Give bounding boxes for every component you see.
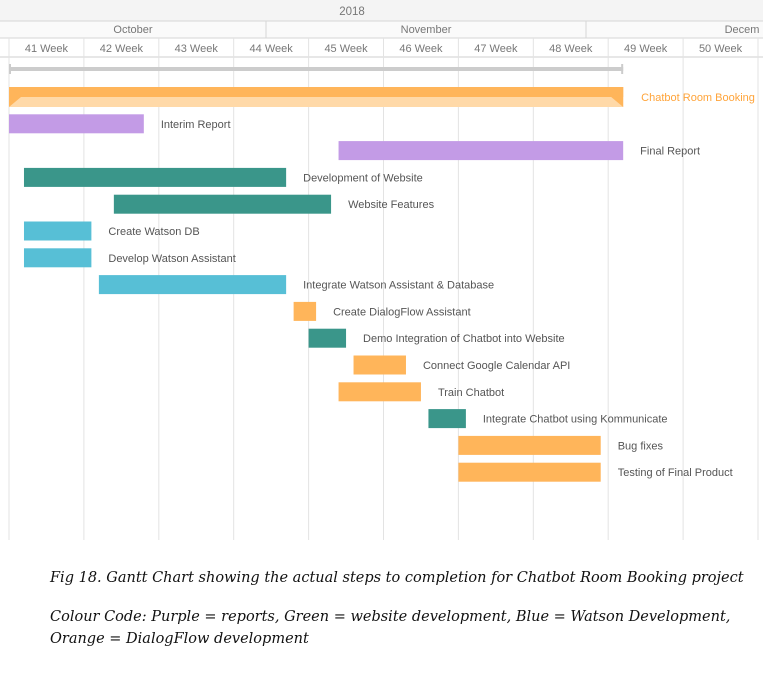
task-bar-integrate-chatbot-using-kommunicate <box>428 409 466 429</box>
task-label-integrate-chatbot-using-kommunicate: Integrate Chatbot using Kommunicate <box>483 414 668 426</box>
task-label-develop-watson-assistant: Develop Watson Assistant <box>108 253 235 265</box>
task-label-interim-report: Interim Report <box>161 119 231 131</box>
summary-bar <box>9 67 624 71</box>
task-bar-create-watson-db <box>23 221 92 241</box>
week-label: 42 Week <box>100 43 144 55</box>
task-label-development-of-website: Development of Website <box>303 172 423 184</box>
task-bar-develop-watson-assistant <box>23 248 92 268</box>
task-label-connect-google-calendar-api: Connect Google Calendar API <box>423 360 570 372</box>
month-label: Decem <box>725 24 760 36</box>
year-band <box>0 0 763 21</box>
task-label-train-chatbot: Train Chatbot <box>438 387 504 399</box>
task-label-final-report: Final Report <box>640 146 700 158</box>
task-bar-create-dialogflow-assistant <box>293 301 317 321</box>
week-label: 46 Week <box>399 43 443 55</box>
task-bar-development-of-website <box>23 167 287 187</box>
week-label: 43 Week <box>175 43 219 55</box>
task-label-website-features: Website Features <box>348 199 435 211</box>
task-bar-top-chatbot-room-booking <box>9 87 624 97</box>
task-label-chatbot-room-booking: Chatbot Room Booking <box>641 92 755 104</box>
task-bar-train-chatbot <box>338 382 421 402</box>
week-label: 41 Week <box>25 43 69 55</box>
task-bar-demo-integration-of-chatbot-into-website <box>308 328 347 348</box>
task-label-testing-of-final-product: Testing of Final Product <box>618 467 733 479</box>
week-label: 49 Week <box>624 43 668 55</box>
task-label-bug-fixes: Bug fixes <box>618 440 664 452</box>
month-label: November <box>401 24 452 36</box>
task-label-create-watson-db: Create Watson DB <box>108 226 199 238</box>
week-label: 47 Week <box>474 43 518 55</box>
task-bar-website-features <box>113 194 332 214</box>
figure-caption: Fig 18. Gantt Chart showing the actual s… <box>50 570 744 586</box>
gantt-chart: 2018 October November Decem 41 Week 42 Week 43… <box>0 0 763 540</box>
month-label: October <box>113 24 152 36</box>
task-bar-testing-of-final-product <box>458 462 601 482</box>
week-label: 50 Week <box>699 43 743 55</box>
year-label: 2018 <box>339 6 365 18</box>
task-bar-interim-report <box>9 114 144 134</box>
week-label: 48 Week <box>549 43 593 55</box>
task-bar-integrate-watson-assistant-database <box>98 275 287 295</box>
task-bar-connect-google-calendar-api <box>353 355 406 375</box>
task-label-create-dialogflow-assistant: Create DialogFlow Assistant <box>333 306 471 318</box>
task-label-demo-integration-of-chatbot-into-website: Demo Integration of Chatbot into Website <box>363 333 565 345</box>
week-label: 44 Week <box>250 43 294 55</box>
task-label-integrate-watson-assistant-database: Integrate Watson Assistant & Database <box>303 280 494 292</box>
colour-code-caption: Colour Code: Purple = reports, Green = w… <box>50 609 731 647</box>
week-label: 45 Week <box>324 43 368 55</box>
summary-bar-start-cap <box>9 64 11 74</box>
task-bar-final-report <box>338 141 624 161</box>
task-bar-bug-fixes <box>458 435 601 455</box>
summary-bar-end-cap <box>621 64 624 74</box>
